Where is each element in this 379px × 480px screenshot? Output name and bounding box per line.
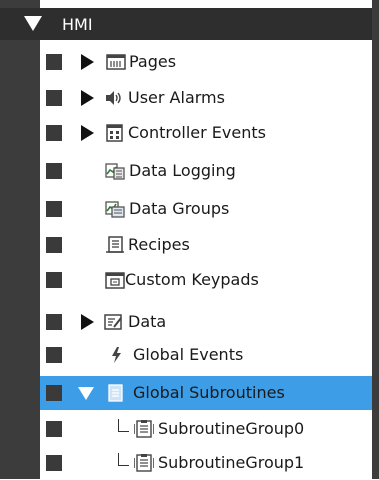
speaker-icon	[106, 91, 121, 105]
expand-arrow-icon[interactable]	[81, 54, 94, 70]
tree-item-label: User Alarms	[128, 88, 225, 107]
tree-item-label: Data Logging	[129, 161, 236, 180]
tree-item-label: Controller Events	[128, 123, 266, 142]
tree-item-controller-events[interactable]: Controller Events	[40, 116, 372, 150]
tree-item-data-logging[interactable]: Data Logging	[40, 154, 372, 188]
subroutine-group-icon	[134, 420, 154, 438]
expand-arrow-icon[interactable]	[81, 90, 94, 106]
row-handle	[46, 347, 62, 363]
tree-item-subroutinegroup1[interactable]: SubroutineGroup1	[40, 446, 372, 480]
collapse-arrow-icon[interactable]	[24, 16, 42, 31]
subroutines-icon	[108, 384, 123, 402]
expand-arrow-icon[interactable]	[81, 314, 94, 330]
tree-item-label: Pages	[129, 52, 177, 71]
tree-item-global-events[interactable]: Global Events	[40, 338, 372, 372]
tree-item-global-subroutines[interactable]: Global Subroutines	[40, 376, 372, 410]
row-handle	[46, 421, 62, 437]
tree-item-data[interactable]: Data	[40, 305, 372, 339]
row-handle	[46, 385, 62, 401]
pages-icon	[106, 54, 126, 70]
row-handle	[46, 455, 62, 471]
data-icon	[104, 314, 122, 330]
tree-item-label: Custom Keypads	[125, 270, 259, 289]
tree-item-label: SubroutineGroup1	[158, 453, 305, 472]
subroutine-group-icon	[134, 454, 154, 472]
tree-item-label: Data	[128, 312, 167, 331]
row-handle	[46, 54, 62, 70]
tree-item-recipes[interactable]: Recipes	[40, 228, 372, 262]
tree-item-label: Recipes	[128, 235, 190, 254]
pane-border	[372, 0, 379, 479]
row-handle	[46, 314, 62, 330]
row-handle	[46, 163, 62, 179]
controller-events-icon	[106, 124, 123, 142]
data-logging-icon	[105, 163, 125, 180]
tree-item-label: Data Groups	[129, 199, 230, 218]
tree-root-label: HMI	[62, 15, 93, 34]
tree-gutter	[0, 0, 40, 479]
row-handle	[46, 125, 62, 141]
tree-item-custom-keypads[interactable]: Custom Keypads	[40, 263, 372, 297]
tree-item-subroutinegroup0[interactable]: SubroutineGroup0	[40, 412, 372, 446]
expand-arrow-icon[interactable]	[81, 125, 94, 141]
tree-root-hmi[interactable]: HMI	[0, 8, 372, 40]
tree-item-label: SubroutineGroup0	[158, 419, 305, 438]
recipes-icon	[106, 236, 124, 253]
tree-connector	[118, 419, 129, 432]
project-tree: HMI Pages User Alarms Controller Events …	[0, 0, 379, 480]
tree-connector	[118, 453, 129, 466]
row-handle	[46, 90, 62, 106]
lightning-icon	[112, 347, 121, 363]
row-handle	[46, 272, 62, 288]
tree-item-pages[interactable]: Pages	[40, 45, 372, 79]
row-handle	[46, 237, 62, 253]
collapse-arrow-icon[interactable]	[78, 387, 94, 400]
tree-item-label: Global Subroutines	[133, 383, 285, 402]
tree-item-data-groups[interactable]: Data Groups	[40, 192, 372, 226]
tree-item-user-alarms[interactable]: User Alarms	[40, 81, 372, 115]
keypad-icon	[105, 272, 125, 289]
tree-item-label: Global Events	[133, 345, 244, 364]
row-handle	[46, 201, 62, 217]
data-groups-icon	[105, 201, 125, 218]
